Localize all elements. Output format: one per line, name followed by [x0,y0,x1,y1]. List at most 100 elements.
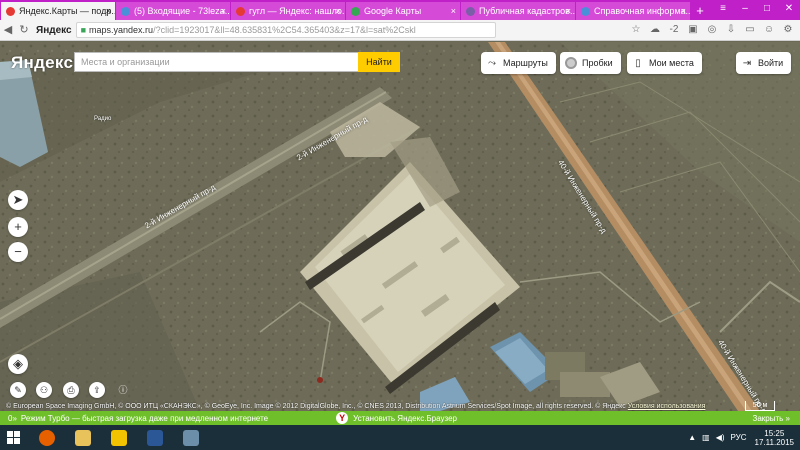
word-icon [147,429,163,446]
traffic-icon [564,56,578,70]
browser-brand: Яндекс [36,24,72,36]
close-tab-icon[interactable]: × [336,2,341,20]
copyright-text: © European Space Imaging GmbH, © ООО ИТЦ… [6,403,706,410]
news-icon[interactable]: ▣ [685,22,701,38]
traffic-label: Пробки [582,58,613,68]
windows-icon [6,431,20,444]
tab-google-maps[interactable]: Google Карты × [346,2,460,20]
toolbar-icons: ☆ ☁ -2 ▣ ◎ ⇩ ▭ ☺ ⚙ [625,22,796,38]
share-icon[interactable]: ⇪ [89,382,105,398]
map-scale: 50 м [745,401,775,411]
turbo-close-button[interactable]: Закрыть » [753,414,790,423]
extension-icon[interactable]: ◎ [704,22,720,38]
terms-link[interactable]: Условия использования [628,403,706,410]
tab-title: Публичная кадастров... [479,6,575,16]
tab-yandex-maps[interactable]: Яндекс.Карты — подр... × [1,2,115,20]
tab-yandex-search[interactable]: гугл — Яндекс: нашло... × [231,2,345,20]
locate-icon[interactable]: ➤ [8,190,28,210]
close-tab-icon[interactable]: × [681,2,686,20]
tray-arrow-icon[interactable]: ▲ [688,433,696,442]
url-field[interactable]: ■ maps.yandex.ru /?clid=1923017&ll=48.63… [75,22,496,38]
close-tab-icon[interactable]: × [451,2,456,20]
panorama-icon[interactable]: ⚇ [36,382,52,398]
taskbar-app-bat[interactable] [104,427,134,449]
clock-date: 17.11.2015 [754,437,794,447]
menu-icon[interactable]: ≡ [712,0,734,18]
search-input[interactable]: Места и организации [74,52,360,72]
satellite-imagery [0,42,800,411]
layers-icon[interactable]: ◈ [8,354,28,374]
url-path: /?clid=1923017&ll=48.635831%2C54.365403&… [153,25,416,35]
tab-title: (5) Входящие - 73leza... [134,6,230,16]
close-tab-icon[interactable]: × [106,2,111,20]
yandex-logo[interactable]: Яндекс [11,53,73,73]
url-domain: maps.yandex.ru [89,25,154,35]
tab-title: Google Карты [364,6,422,16]
lock-icon: ■ [80,25,87,35]
tab-title: гугл — Яндекс: нашло... [249,6,345,16]
login-label: Войти [758,58,784,68]
language-indicator[interactable]: РУС [731,433,747,442]
new-tab-button[interactable]: + [692,2,708,20]
turbo-message: Режим Турбо — быстрая загрузка даже при … [20,413,269,423]
document-icon [581,7,590,16]
downloads-list-icon[interactable]: ▭ [742,22,758,38]
ruler-icon[interactable]: ✎ [10,382,26,398]
map-pin-icon [6,7,15,16]
routes-label: Маршруты [503,58,548,68]
minimize-icon[interactable]: – [734,0,756,18]
zoom-out-button[interactable]: − [8,242,28,262]
settings-icon[interactable]: ⚙ [780,22,796,38]
tab-title: Справочная информа... [594,6,690,16]
window-icon [183,429,199,446]
cloud-icon: ☁ [650,24,660,35]
firefox-icon [39,429,55,446]
close-window-icon[interactable]: ✕ [778,0,800,18]
my-places-label: Мои места [649,58,694,68]
login-button[interactable]: ⇥ Войти [736,52,792,74]
weather-temp: -2 [669,24,679,35]
yandex-icon [236,7,245,16]
smiley-icon[interactable]: ☺ [761,22,777,38]
bookmark-icon[interactable]: ☆ [628,22,644,38]
yandex-browser-icon: Y [336,412,349,424]
satellite-map[interactable]: 2-й Инженерный пр-д 2-й Инженерный пр-д … [0,42,800,411]
routes-button[interactable]: ⤳ Маршруты [481,52,556,74]
taskbar-word[interactable] [140,427,170,449]
tab-reference[interactable]: Справочная информа... × [576,2,690,20]
maximize-icon[interactable]: □ [756,0,778,18]
back-icon[interactable]: ◀ [0,22,16,38]
info-icon[interactable]: ⓘ [115,382,131,398]
zoom-in-button[interactable]: + [8,217,28,237]
close-tab-icon[interactable]: × [566,2,571,20]
system-tray: ▲ ▥ ◀) РУС 15:25 17.11.2015 [682,429,800,447]
print-icon[interactable]: ⎙ [63,382,79,398]
reload-icon[interactable]: ↻ [16,22,32,38]
route-icon: ⤳ [488,57,496,69]
search-button[interactable]: Найти [358,52,400,72]
area-label: Радио [94,116,112,122]
close-tab-icon[interactable]: × [221,2,226,20]
traffic-button[interactable]: Пробки [560,52,621,74]
cadastre-icon [466,7,475,16]
taskbar-explorer[interactable] [68,427,98,449]
start-button[interactable] [0,425,26,450]
window-controls: ≡ – □ ✕ [712,0,800,18]
address-bar: ◀ ↻ Яндекс ■ maps.yandex.ru /?clid=19230… [0,20,800,41]
install-browser-link[interactable]: Y Установить Яндекс.Браузер [336,412,457,424]
clock-time: 15:25 [764,428,785,438]
network-icon[interactable]: ▥ [702,433,710,442]
download-icon[interactable]: ⇩ [723,22,739,38]
google-maps-icon [351,7,360,16]
volume-icon[interactable]: ◀) [716,433,725,442]
tab-mail[interactable]: (5) Входящие - 73leza... × [116,2,230,20]
turbo-prefix: 0» [8,413,17,423]
folder-icon [75,429,91,446]
taskbar-window[interactable] [176,427,206,449]
taskbar: ▲ ▥ ◀) РУС 15:25 17.11.2015 [0,425,800,450]
my-places-button[interactable]: ▯ Мои места [627,52,702,74]
tab-cadastre[interactable]: Публичная кадастров... × [461,2,575,20]
tab-title: Яндекс.Карты — подр... [19,6,115,16]
clock[interactable]: 15:25 17.11.2015 [755,429,794,447]
taskbar-firefox[interactable] [32,427,62,449]
